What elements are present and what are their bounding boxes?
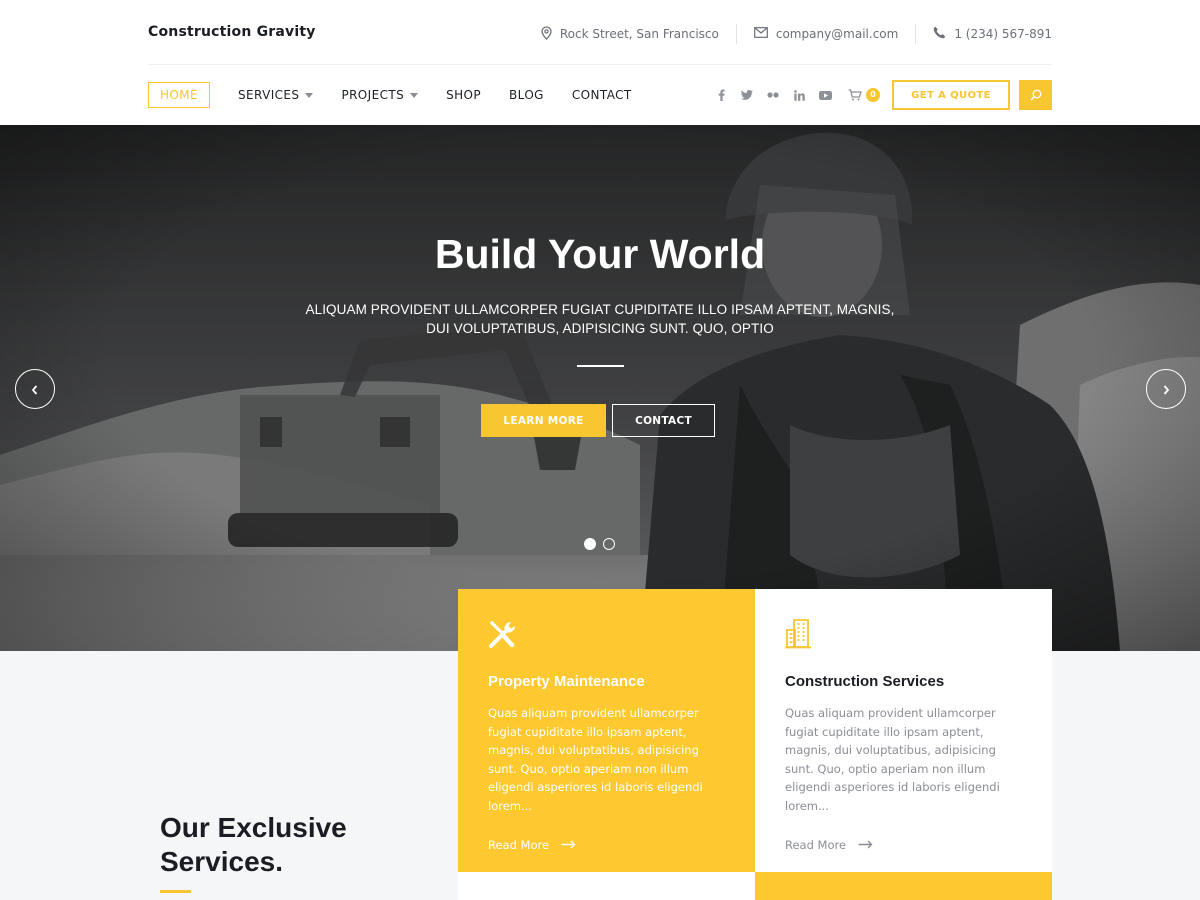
nav-actions: 0 GET A QUOTE	[708, 80, 1052, 110]
address-text: Rock Street, San Francisco	[559, 27, 719, 41]
search-button[interactable]	[1019, 80, 1052, 110]
phone-item[interactable]: 1 (234) 567-891	[916, 26, 1052, 42]
card-text-line: fugiat cupiditate illo ipsam aptent,	[785, 724, 984, 739]
card-text-line: eligendi asperiores id laboris eligendi	[488, 780, 703, 795]
card-text-line: Quas aliquam provident ullamcorper	[488, 706, 699, 720]
nav-item-contact[interactable]: CONTACT	[572, 82, 632, 108]
service-card-construction-services: Construction Services Quas aliquam provi…	[755, 589, 1052, 872]
card-description: Quas aliquam provident ullamcorper fugia…	[488, 704, 726, 816]
nav-menu: HOME SERVICES PROJECTS SHOP BLOG CONTACT	[148, 82, 660, 108]
heading-underline	[160, 890, 191, 893]
nav-label: CONTACT	[571, 88, 632, 102]
nav-item-blog[interactable]: BLOG	[509, 82, 544, 108]
envelope-icon	[753, 27, 776, 41]
card-title: Construction Services	[785, 673, 945, 690]
cart-icon	[848, 86, 862, 105]
nav-label: PROJECTS	[341, 88, 405, 102]
arrow-right-icon	[846, 838, 873, 852]
service-card-bottom-yellow	[755, 872, 1052, 900]
heading-line: Our Exclusive	[160, 812, 347, 843]
slider-dot-1[interactable]	[584, 538, 596, 550]
main-navigation: HOME SERVICES PROJECTS SHOP BLOG CONTACT	[0, 65, 1200, 125]
hero-subtitle-line: DUI VOLUPTATIBUS, ADIPISICING SUNT. QUO,…	[426, 321, 774, 336]
linkedin-icon[interactable]	[786, 89, 812, 101]
youtube-icon[interactable]	[812, 90, 838, 100]
read-more-link[interactable]: Read More	[488, 838, 726, 852]
nav-label: SERVICES	[238, 88, 300, 102]
contact-info: Rock Street, San Francisco company@mail.…	[524, 24, 1052, 44]
facebook-icon[interactable]	[708, 89, 734, 101]
email-item[interactable]: company@mail.com	[737, 27, 915, 41]
twitter-icon[interactable]	[734, 90, 760, 100]
hero-title: Build Your World	[434, 231, 766, 277]
hero-divider	[577, 365, 624, 367]
hero-background-image	[0, 125, 1200, 651]
learn-more-button[interactable]: LEARN MORE	[481, 404, 606, 437]
slider-next-button[interactable]	[1146, 369, 1186, 409]
nav-item-home[interactable]: HOME	[148, 82, 211, 108]
card-text-line: sunt. Quo, optio aperiam non illum	[488, 761, 689, 776]
nav-item-services[interactable]: SERVICES	[238, 82, 314, 108]
card-text-line: magnis, dui voluptatibus, adipisicing	[785, 743, 996, 758]
read-more-label: Read More	[785, 837, 847, 852]
card-text-line: lorem...	[488, 798, 532, 813]
tools-icon	[488, 621, 518, 653]
hero-contact-button[interactable]: CONTACT	[612, 404, 715, 437]
flickr-icon[interactable]	[760, 92, 786, 98]
hero-slider: Build Your World ALIQUAM PROVIDENT ULLAM…	[0, 125, 1200, 651]
search-icon	[1029, 86, 1042, 105]
site-brand[interactable]: Construction Gravity	[148, 24, 316, 40]
chevron-right-icon	[1162, 380, 1170, 399]
cart-button[interactable]: 0	[848, 85, 882, 105]
slider-dot-2[interactable]	[603, 538, 615, 550]
heading-line: Services.	[160, 846, 283, 877]
arrow-right-icon	[549, 838, 576, 852]
top-bar: Construction Gravity Rock Street, San Fr…	[0, 0, 1200, 65]
slider-prev-button[interactable]	[15, 369, 55, 409]
phone-text[interactable]: 1 (234) 567-891	[954, 27, 1052, 41]
services-heading: Our Exclusive Services.	[160, 811, 347, 879]
chevron-left-icon	[31, 380, 39, 399]
service-card-property-maintenance: Property Maintenance Quas aliquam provid…	[458, 589, 756, 872]
read-more-label: Read More	[488, 837, 550, 852]
hero-subtitle-line: ALIQUAM PROVIDENT ULLAMCORPER FUGIAT CUP…	[305, 302, 895, 317]
address-item: Rock Street, San Francisco	[524, 25, 736, 43]
card-title: Property Maintenance	[488, 673, 645, 690]
nav-label: BLOG	[509, 88, 544, 102]
get-a-quote-button[interactable]: GET A QUOTE	[892, 80, 1010, 110]
slider-pagination	[584, 538, 622, 550]
building-icon	[785, 619, 811, 653]
caret-down-icon	[410, 92, 419, 98]
cart-count-badge: 0	[866, 88, 880, 102]
card-text-line: sunt. Quo, optio aperiam non illum	[785, 761, 986, 776]
caret-down-icon	[305, 92, 314, 98]
nav-label: HOME	[160, 88, 199, 102]
nav-label: SHOP	[446, 88, 482, 102]
card-text-line: magnis, dui voluptatibus, adipisicing	[488, 743, 699, 758]
nav-item-projects[interactable]: PROJECTS	[341, 82, 419, 108]
phone-icon	[933, 26, 954, 42]
nav-item-shop[interactable]: SHOP	[446, 82, 481, 108]
card-text-line: Quas aliquam provident ullamcorper	[785, 706, 996, 720]
hero-subtitle: ALIQUAM PROVIDENT ULLAMCORPER FUGIAT CUP…	[300, 300, 900, 338]
service-card-bottom-white	[458, 872, 755, 900]
card-text-line: lorem...	[785, 798, 829, 813]
map-pin-icon	[541, 25, 560, 43]
card-text-line: eligendi asperiores id laboris eligendi	[785, 780, 1000, 795]
read-more-link[interactable]: Read More	[785, 838, 1022, 852]
social-links	[708, 89, 838, 101]
card-description: Quas aliquam provident ullamcorper fugia…	[785, 704, 1022, 816]
card-text-line: fugiat cupiditate illo ipsam aptent,	[488, 724, 687, 739]
email-text[interactable]: company@mail.com	[776, 27, 898, 41]
